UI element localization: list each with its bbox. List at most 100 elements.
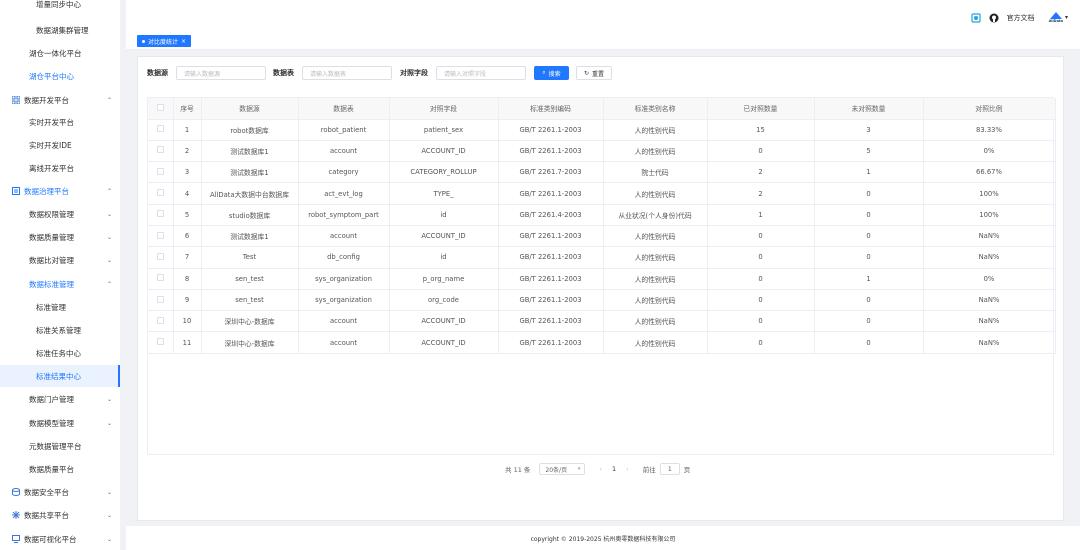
table-cell: 0 <box>707 246 815 269</box>
checkbox[interactable] <box>156 167 164 175</box>
sidebar-item[interactable]: 实时开发平台 <box>0 111 120 133</box>
checkbox[interactable] <box>156 274 164 282</box>
table-row[interactable]: 3 测试数据库1 category CATEGORY_ROLLUP GB/T 2261.… <box>148 161 1056 184</box>
close-icon[interactable]: × <box>181 38 186 45</box>
table-cell: 0 <box>814 246 924 269</box>
table-cell: 4 <box>173 182 202 205</box>
sidebar-item[interactable]: 标准关系管理 <box>0 319 120 341</box>
next-page-button[interactable]: › <box>626 465 629 473</box>
row-checkbox-cell[interactable] <box>148 246 174 269</box>
column-header: 标准类别名称 <box>603 98 708 120</box>
table-row[interactable]: 9 sen_test sys_organization org_code GB/T 22… <box>148 289 1056 312</box>
sidebar-item[interactable]: 数据开发平台 ⌃ <box>0 89 120 111</box>
chevron-down-icon: ⌄ <box>106 233 112 241</box>
checkbox[interactable] <box>156 338 164 346</box>
search-button[interactable]: ⌕ 搜索 <box>534 66 569 80</box>
table-cell: GB/T 2261.1-2003 <box>498 310 604 333</box>
sidebar-item[interactable]: 实时开发IDE <box>0 134 120 156</box>
page-size-select[interactable]: 20条/页 ▾ <box>539 463 586 475</box>
table-input[interactable]: 请输入数据表 <box>302 66 392 80</box>
sidebar-item[interactable]: 标准结果中心 <box>0 365 120 387</box>
table-row[interactable]: 1 robot数据库 robot_patient patient_sex GB/T 22… <box>148 119 1056 141</box>
table-cell: 0% <box>923 140 1056 163</box>
table-row[interactable]: 4 AllData大数据中台数据库 act_evt_log TYPE_ GB/T 226… <box>148 182 1056 205</box>
table-row[interactable]: 2 测试数据库1 account ACCOUNT_ID GB/T 2261.1-2003… <box>148 140 1056 163</box>
table-cell: 深圳中心-数据库 <box>201 310 299 333</box>
filter-form: 数据源 请输入数据源 数据表 请输入数据表 对照字段 请输入对照字段 ⌕ 搜索 … <box>147 65 612 81</box>
checkbox[interactable] <box>156 125 164 133</box>
row-checkbox-cell[interactable] <box>148 310 174 333</box>
table-cell: db_config <box>298 246 390 269</box>
sidebar-item[interactable]: 数据质量管理 ⌄ <box>0 226 120 248</box>
source-input[interactable]: 请输入数据源 <box>176 66 266 80</box>
table-cell: NaN% <box>923 310 1056 333</box>
row-checkbox-cell[interactable] <box>148 225 174 248</box>
table-cell: 0 <box>707 268 815 290</box>
checkbox[interactable] <box>156 103 164 111</box>
sidebar-item[interactable]: 标准管理 <box>0 296 120 318</box>
table-cell: GB/T 2261.1-2003 <box>498 331 604 354</box>
checkbox[interactable] <box>156 231 164 239</box>
total-count: 共 11 条 <box>505 466 531 474</box>
row-checkbox-cell[interactable] <box>148 161 174 184</box>
row-checkbox-cell[interactable] <box>148 331 174 354</box>
column-header: 标准类别编码 <box>498 98 604 120</box>
sidebar-item-label: 数据标准管理 <box>29 279 74 289</box>
sidebar-item[interactable]: 数据可视化平台 ⌄ <box>0 528 120 550</box>
table-row[interactable]: 10 深圳中心-数据库 account ACCOUNT_ID GB/T 2261.1-2… <box>148 310 1056 333</box>
row-checkbox-cell[interactable] <box>148 140 174 163</box>
table-row[interactable]: 7 Test db_config id GB/T 2261.1-2003 人的性别代码 0 0… <box>148 246 1056 269</box>
table-row[interactable]: 5 studio数据库 robot_symptom_part id GB/T 2261.… <box>148 204 1056 226</box>
sidebar-item[interactable]: 元数据管理平台 <box>0 435 120 457</box>
sidebar-item-label: 数据开发平台 <box>24 95 69 105</box>
screen-capture-icon[interactable] <box>970 12 981 23</box>
table-row[interactable]: 8 sen_test sys_organization p_org_name GB/T … <box>148 268 1056 290</box>
prev-page-button[interactable]: ‹ <box>599 465 602 473</box>
row-checkbox-cell[interactable] <box>148 289 174 312</box>
docs-link[interactable]: 官方文档 <box>1007 13 1035 23</box>
checkbox[interactable] <box>156 189 164 197</box>
sidebar-item[interactable]: 湖仓一体化平台 <box>0 42 120 64</box>
checkbox[interactable] <box>156 295 164 303</box>
sidebar-item-label: 湖仓一体化平台 <box>29 48 82 58</box>
row-checkbox-cell[interactable] <box>148 204 174 226</box>
page-number-current[interactable]: 1 <box>612 465 616 473</box>
checkbox[interactable] <box>156 252 164 260</box>
reset-button[interactable]: ↻ 重置 <box>576 66 612 80</box>
chevron-down-icon: ⌄ <box>106 419 112 427</box>
sidebar-item[interactable]: 数据模型管理 ⌄ <box>0 412 120 434</box>
sidebar-item[interactable]: 数据治理平台 ⌃ <box>0 180 120 202</box>
table-cell: id <box>389 246 499 269</box>
checkbox[interactable] <box>156 146 164 154</box>
select-all-checkbox[interactable] <box>148 98 174 120</box>
sidebar-item[interactable]: 数据共享平台 ⌄ <box>0 504 120 526</box>
checkbox[interactable] <box>156 316 164 324</box>
field-input[interactable]: 请输入对照字段 <box>436 66 526 80</box>
sidebar-item[interactable]: 数据质量平台 <box>0 458 120 480</box>
sidebar-item[interactable]: 标准任务中心 <box>0 342 120 364</box>
sidebar-item[interactable]: 增量同步中心 <box>0 0 120 15</box>
table-row[interactable]: 11 深圳中心-数据库 account ACCOUNT_ID GB/T 2261.1-2… <box>148 331 1056 354</box>
grid-icon <box>11 96 20 105</box>
github-icon[interactable] <box>989 13 999 23</box>
tab-contrast-stats[interactable]: 对比度统计 × <box>137 35 192 47</box>
table-row[interactable]: 6 测试数据库1 account ACCOUNT_ID GB/T 2261.1-2003… <box>148 225 1056 248</box>
sidebar-item[interactable]: 湖仓平台中心 <box>0 65 120 87</box>
row-checkbox-cell[interactable] <box>148 182 174 205</box>
row-checkbox-cell[interactable] <box>148 268 174 290</box>
sidebar-item[interactable]: 数据比对管理 ⌄ <box>0 249 120 271</box>
sidebar-item[interactable]: 数据安全平台 ⌄ <box>0 481 120 503</box>
goto-page-input[interactable]: 1 <box>659 463 680 475</box>
sidebar-item[interactable]: 数据门户管理 ⌄ <box>0 388 120 410</box>
sidebar-item[interactable]: 数据权限管理 ⌄ <box>0 203 120 225</box>
sidebar-item[interactable]: 数据标准管理 ⌃ <box>0 273 120 295</box>
sidebar-item-label: 增量同步中心 <box>36 0 81 9</box>
checkbox[interactable] <box>156 210 164 218</box>
user-avatar[interactable]: AllData ▾ <box>1049 12 1068 23</box>
sidebar-item[interactable]: 离线开发平台 <box>0 157 120 179</box>
sidebar-item[interactable]: 数据湖集群管理 <box>0 19 120 41</box>
chevron-up-icon: ⌃ <box>106 280 112 288</box>
sidebar-item-label: 标准管理 <box>36 302 66 312</box>
row-checkbox-cell[interactable] <box>148 119 174 141</box>
tags-view: 对比度统计 × <box>126 30 1080 50</box>
